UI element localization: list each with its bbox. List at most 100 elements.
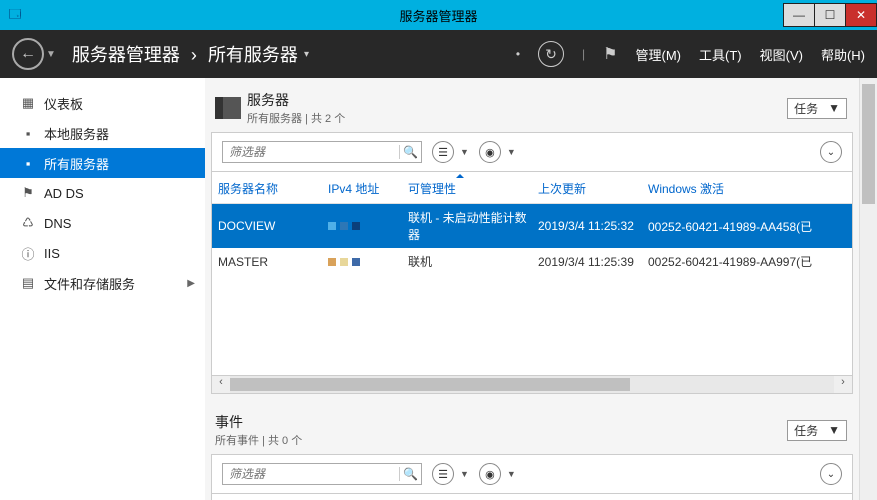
expand-icon[interactable]: ▶ [187,278,195,289]
collapse-panel-button[interactable]: ⌄ [820,141,842,163]
cell-ipv4 [328,258,408,266]
maximize-button[interactable]: ☐ [814,3,846,27]
table-row[interactable]: MASTER 联机2019/3/4 11:25:3900252-60421-419… [212,248,852,275]
cell-ipv4 [328,222,408,230]
cell-last-update: 2019/3/4 11:25:39 [538,255,648,269]
servers-horizontal-scrollbar[interactable]: ‹ › [212,375,852,393]
chevron-down-icon: ▼ [828,101,840,115]
sidebar-item-label: AD DS [44,186,84,201]
events-table: 服务器名称 ID 严重性 源 [211,494,853,500]
notifications-flag-icon[interactable]: ⚑ [603,44,617,64]
dashboard-icon: ▦ [18,95,38,111]
table-empty-area[interactable] [212,275,852,375]
events-panel-subtitle: 所有事件 | 共 0 个 [215,432,302,448]
cell-manageability: 联机 [408,253,538,270]
filter-options-button[interactable]: ☰ [432,463,454,485]
col-manageability[interactable]: 可管理性 [408,180,538,197]
breadcrumb-current[interactable]: 所有服务器 [208,45,298,65]
sidebar-item-iis[interactable]: ⓘ IIS [0,238,205,268]
search-icon[interactable]: 🔍 [399,145,421,159]
servers-table-header: 服务器名称 IPv4 地址 可管理性 上次更新 Windows 激活 [212,172,852,204]
menu-help[interactable]: 帮助(H) [821,45,865,64]
col-last-update[interactable]: 上次更新 [538,180,648,197]
servers-tasks-button[interactable]: 任务 ▼ [787,98,847,119]
events-filter-bar: 🔍 ☰ ▼ ◉ ▼ ⌄ [211,454,853,494]
table-row[interactable]: DOCVIEW联机 - 未启动性能计数器2019/3/4 11:25:32002… [212,204,852,248]
servers-filter-bar: 🔍 ☰ ▼ ◉ ▼ ⌄ [211,132,853,172]
breadcrumb-dropdown-icon[interactable]: ▾ [304,49,309,60]
sidebar-item-file-storage[interactable]: ▤ 文件和存储服务 ▶ [0,268,205,298]
servers-filter-input[interactable] [223,145,399,159]
sidebar-item-all-servers[interactable]: ▪ 所有服务器 [0,148,205,178]
server-icon: ▪ [18,126,38,141]
refresh-button[interactable]: ↻ [538,41,564,67]
scroll-thumb[interactable] [230,378,630,391]
sidebar-item-label: 仪表板 [44,94,83,113]
cell-name: DOCVIEW [218,219,328,233]
adds-icon: ⚑ [18,185,38,201]
sidebar-item-label: 本地服务器 [44,124,109,143]
sidebar-item-local-server[interactable]: ▪ 本地服务器 [0,118,205,148]
search-icon[interactable]: 🔍 [399,467,421,481]
menu-view[interactable]: 视图(V) [760,45,803,64]
events-panel-title: 事件 [215,412,302,432]
sidebar-item-label: 文件和存储服务 [44,274,135,293]
cell-activation: 00252-60421-41989-AA997(已 [648,253,846,270]
chevron-down-icon: ▼ [460,469,469,479]
servers-panel-header: 服务器 所有服务器 | 共 2 个 任务 ▼ [215,90,853,126]
servers-table: 服务器名称 IPv4 地址 可管理性 上次更新 Windows 激活 DOCVI… [211,172,853,394]
servers-panel-title: 服务器 [247,90,345,110]
app-icon: 🗔 [0,0,30,30]
chevron-down-icon: ▼ [460,147,469,157]
scroll-left-button[interactable]: ‹ [212,376,230,393]
events-panel-header: 事件 所有事件 | 共 0 个 任务▼ [215,412,853,448]
filter-options-button[interactable]: ☰ [432,141,454,163]
content-area: 服务器 所有服务器 | 共 2 个 任务 ▼ 🔍 ☰ ▼ ◉ ▼ ⌄ 服务器名称 IP… [205,78,877,500]
dns-icon: ♺ [18,215,38,231]
iis-icon: ⓘ [18,244,38,263]
filter-save-button[interactable]: ◉ [479,141,501,163]
sep-dot-icon: • [516,47,520,61]
close-button[interactable]: ✕ [845,3,877,27]
sidebar-item-label: 所有服务器 [44,154,109,173]
storage-icon: ▤ [18,275,38,291]
filter-save-button[interactable]: ◉ [479,463,501,485]
cell-name: MASTER [218,255,328,269]
menu-tools[interactable]: 工具(T) [699,45,742,64]
chevron-down-icon: ▼ [507,469,516,479]
back-button[interactable]: ← [12,38,44,70]
breadcrumb: 服务器管理器 › 所有服务器 [72,41,298,67]
sidebar-item-dashboard[interactable]: ▦ 仪表板 [0,88,205,118]
scroll-right-button[interactable]: › [834,376,852,393]
vertical-scrollbar[interactable] [859,78,877,500]
sidebar-item-label: DNS [44,216,71,231]
scroll-thumb[interactable] [862,84,875,204]
servers-icon: ▪ [18,156,38,171]
collapse-panel-button[interactable]: ⌄ [820,463,842,485]
events-filter-input[interactable] [223,467,399,481]
cell-manageability: 联机 - 未启动性能计数器 [408,209,538,243]
toolbar: ← ▼ 服务器管理器 › 所有服务器 ▾ • ↻ | ⚑ 管理(M) 工具(T)… [0,30,877,78]
events-filter-input-wrap: 🔍 [222,463,422,485]
window-title: 服务器管理器 [399,6,477,25]
events-table-header: 服务器名称 ID 严重性 源 [212,494,852,500]
breadcrumb-sep-icon: › [191,45,197,65]
task-label: 任务 [794,100,818,117]
servers-panel-subtitle: 所有服务器 | 共 2 个 [247,110,345,126]
breadcrumb-root[interactable]: 服务器管理器 [72,45,180,65]
events-tasks-button[interactable]: 任务▼ [787,420,847,441]
chevron-down-icon: ▼ [828,423,840,437]
servers-panel-icon [215,97,241,119]
col-activation[interactable]: Windows 激活 [648,180,846,197]
nav-dropdown-icon[interactable]: ▼ [46,49,56,60]
scroll-track[interactable] [230,376,834,393]
minimize-button[interactable]: — [783,3,815,27]
chevron-down-icon: ▼ [507,147,516,157]
sidebar-item-label: IIS [44,246,60,261]
col-server-name[interactable]: 服务器名称 [218,180,328,197]
sidebar-item-adds[interactable]: ⚑ AD DS [0,178,205,208]
sidebar-item-dns[interactable]: ♺ DNS [0,208,205,238]
col-ipv4[interactable]: IPv4 地址 [328,180,408,197]
cell-activation: 00252-60421-41989-AA458(已 [648,218,846,235]
menu-manage[interactable]: 管理(M) [636,45,682,64]
